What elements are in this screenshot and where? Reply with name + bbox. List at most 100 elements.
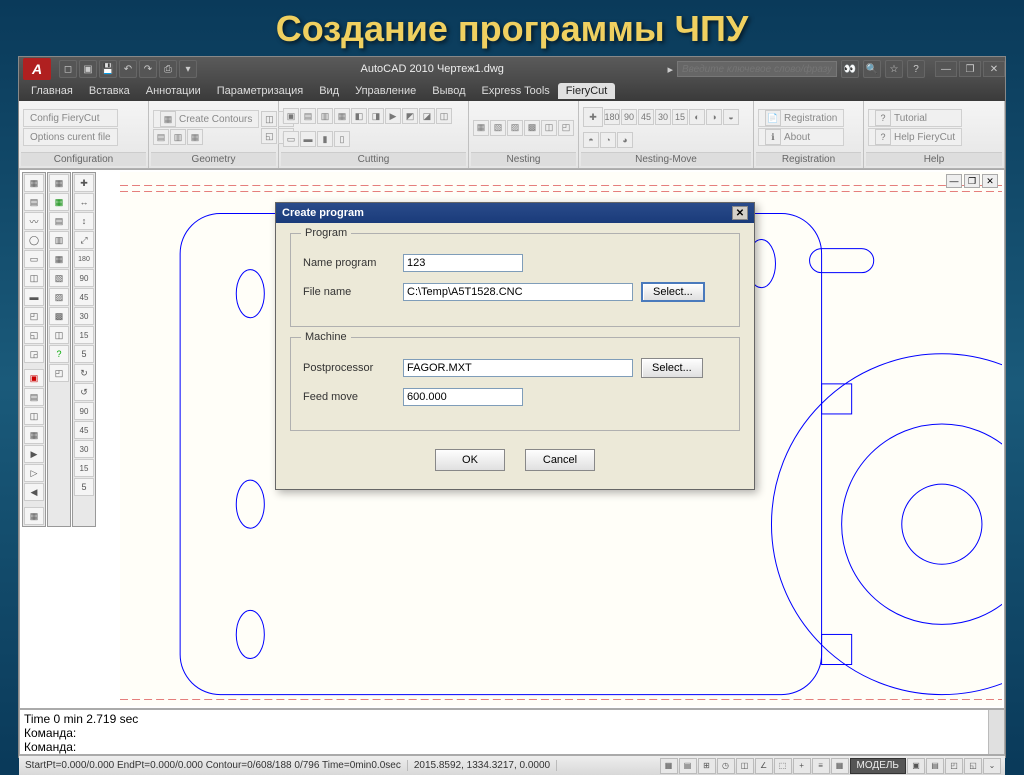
keyword-search-input[interactable] [677,61,837,77]
p3-b8[interactable]: 30 [74,307,94,325]
name-program-input[interactable] [403,254,523,272]
tab-home[interactable]: Главная [23,83,81,99]
undo-icon[interactable]: ↶ [119,60,137,78]
create-contours-button[interactable]: ▦Create Contours [153,110,259,128]
p3-b6[interactable]: 90 [74,269,94,287]
doc-close-icon[interactable]: ✕ [982,174,998,188]
doc-minimize-icon[interactable]: — [946,174,962,188]
p2-b7[interactable]: ▨ [49,288,69,306]
nm-6-icon[interactable]: ◐ [689,109,705,125]
tab-manage[interactable]: Управление [347,83,424,99]
postprocessor-select-button[interactable]: Select... [641,358,703,378]
p3-b7[interactable]: 45 [74,288,94,306]
geom-c-icon[interactable]: ◱ [261,128,277,144]
save-icon[interactable]: 💾 [99,60,117,78]
p3-b17[interactable]: 5 [74,478,94,496]
qat-more-icon[interactable]: ▾ [179,60,197,78]
geom-a-icon[interactable]: ◫ [261,111,277,127]
cut-12-icon[interactable]: ▬ [300,131,316,147]
p1-b9[interactable]: ◱ [24,326,44,344]
config-fierycut-button[interactable]: Config FieryCut [23,109,118,127]
command-line[interactable]: Time 0 min 2.719 sec Команда: Команда: [19,709,1005,755]
p2-b4[interactable]: ▥ [49,231,69,249]
file-name-input[interactable] [403,283,633,301]
open-icon[interactable]: ▣ [79,60,97,78]
p3-b11[interactable]: ↻ [74,364,94,382]
nm-11-icon[interactable]: ◕ [617,132,633,148]
p3-b12[interactable]: ↺ [74,383,94,401]
cut-11-icon[interactable]: ▭ [283,131,299,147]
p3-b14[interactable]: 45 [74,421,94,439]
search-icon[interactable]: 🔍 [863,60,881,78]
file-select-button[interactable]: Select... [641,282,705,302]
nm-7-icon[interactable]: ◑ [706,109,722,125]
about-button[interactable]: ℹAbout [758,128,844,146]
rot-30-icon[interactable]: 30 [655,109,671,125]
p1-b18[interactable]: ▦ [24,507,44,525]
otrack-icon[interactable]: ∠ [755,758,773,774]
dialog-titlebar[interactable]: Create program ✕ [276,203,754,223]
geom-all-icon[interactable]: ▦ [187,129,203,145]
cmd-scrollbar[interactable] [988,710,1004,754]
dyn-icon[interactable]: + [793,758,811,774]
nm-9-icon[interactable]: ◓ [583,132,599,148]
cut-13-icon[interactable]: ▮ [317,131,333,147]
p1-b12[interactable]: ▤ [24,388,44,406]
move-plus-icon[interactable]: ✚ [583,107,603,127]
p2-b3[interactable]: ▤ [49,212,69,230]
lwt-icon[interactable]: ≡ [812,758,830,774]
nm-10-icon[interactable]: ◔ [600,132,616,148]
ducs-icon[interactable]: ⬚ [774,758,792,774]
doc-restore-icon[interactable]: ❐ [964,174,980,188]
rot-90-icon[interactable]: 90 [621,109,637,125]
p1-b15[interactable]: ▶ [24,445,44,463]
nest-4-icon[interactable]: ▩ [524,120,540,136]
cut-1-icon[interactable]: ▣ [283,108,299,124]
p2-b10[interactable]: ? [49,345,69,363]
p3-b10[interactable]: 5 [74,345,94,363]
nest-3-icon[interactable]: ▨ [507,120,523,136]
ortho-icon[interactable]: ⊞ [698,758,716,774]
p1-b7[interactable]: ▬ [24,288,44,306]
nest-1-icon[interactable]: ▦ [473,120,489,136]
tab-annotations[interactable]: Аннотации [138,83,209,99]
p1-b10[interactable]: ◲ [24,345,44,363]
p3-b13[interactable]: 90 [74,402,94,420]
rot-15-icon[interactable]: 15 [672,109,688,125]
rot-45-icon[interactable]: 45 [638,109,654,125]
osnap-icon[interactable]: ◫ [736,758,754,774]
p1-b16[interactable]: ▷ [24,464,44,482]
cut-8-icon[interactable]: ◩ [402,108,418,124]
options-current-file-button[interactable]: Options curent file [23,128,118,146]
rot-180-icon[interactable]: 180 [604,109,620,125]
sb-a-icon[interactable]: ▣ [907,758,925,774]
p2-b6[interactable]: ▧ [49,269,69,287]
snap-icon[interactable]: ▦ [660,758,678,774]
nest-5-icon[interactable]: ◫ [541,120,557,136]
feed-move-input[interactable] [403,388,523,406]
p2-b1[interactable]: ▦ [49,174,69,192]
minimize-icon[interactable]: — [935,61,957,77]
p1-b1[interactable]: ▦ [24,174,44,192]
p2-b2[interactable]: ▦ [49,193,69,211]
geom-list-icon[interactable]: ▤ [153,129,169,145]
help-icon[interactable]: ? [907,60,925,78]
p3-b9[interactable]: 15 [74,326,94,344]
nm-8-icon[interactable]: ◒ [723,109,739,125]
redo-icon[interactable]: ↷ [139,60,157,78]
new-icon[interactable]: ◻ [59,60,77,78]
p1-b2[interactable]: ▤ [24,193,44,211]
sb-d-icon[interactable]: ◱ [964,758,982,774]
registration-button[interactable]: 📄Registration [758,109,844,127]
cut-10-icon[interactable]: ◫ [436,108,452,124]
cut-4-icon[interactable]: ▦ [334,108,350,124]
close-icon[interactable]: ✕ [983,61,1005,77]
print-icon[interactable]: ⎙ [159,60,177,78]
cut-3-icon[interactable]: ▥ [317,108,333,124]
p1-b3[interactable]: 〰 [24,212,44,230]
p1-b13[interactable]: ◫ [24,407,44,425]
p2-b5[interactable]: ▦ [49,250,69,268]
qp-icon[interactable]: ▦ [831,758,849,774]
search-chevron-icon[interactable]: ▸ [667,63,673,76]
binoculars-icon[interactable]: 👀 [841,60,859,78]
